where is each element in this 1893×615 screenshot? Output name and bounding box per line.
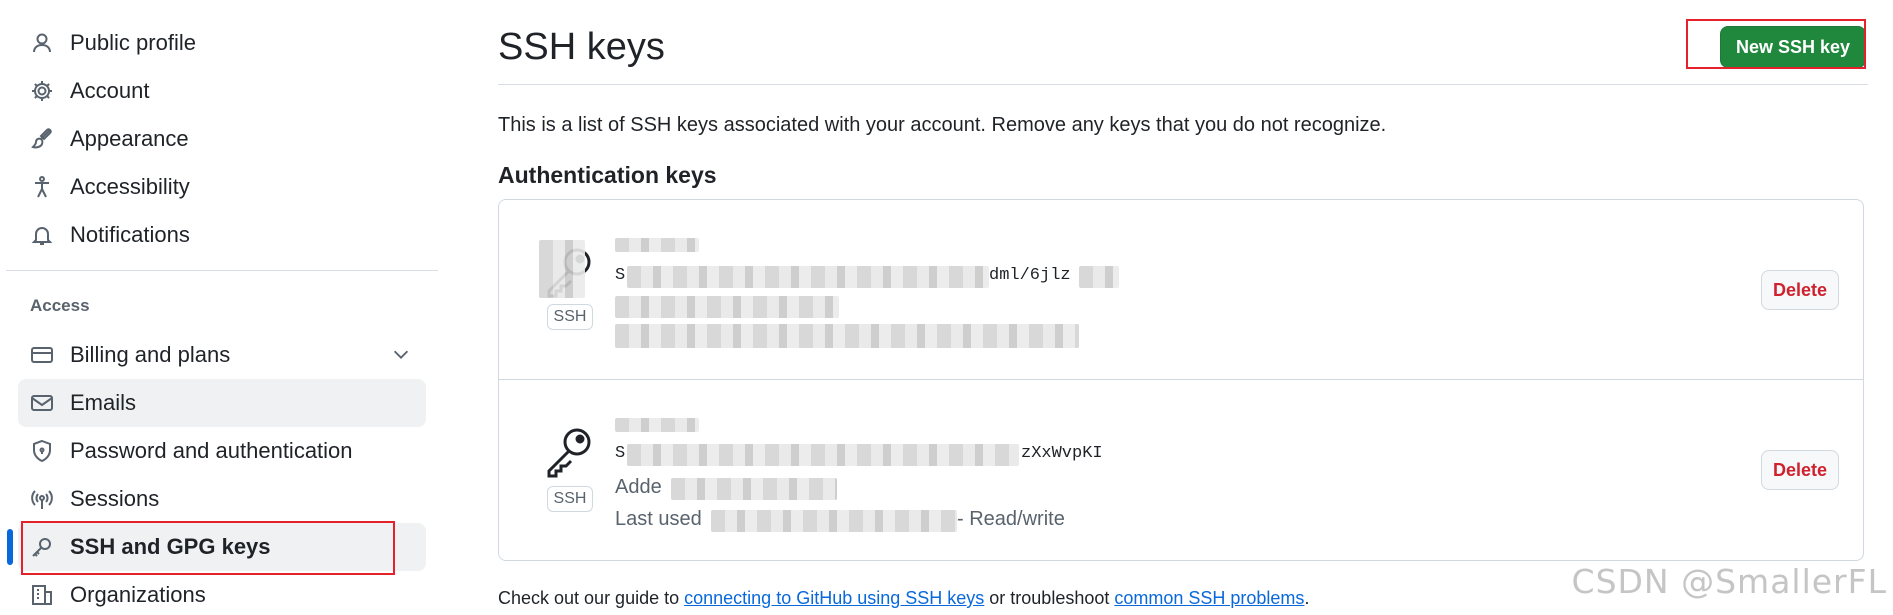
title-divider — [498, 84, 1868, 85]
sidebar-item-public-profile[interactable]: Public profile — [18, 19, 426, 67]
redacted-region — [539, 240, 585, 298]
credit-card-icon — [28, 341, 56, 369]
ssh-badge: SSH — [547, 304, 593, 330]
footer-note: Check out our guide to connecting to Git… — [498, 588, 1309, 609]
footer-text: or troubleshoot — [984, 588, 1115, 608]
sidebar-divider — [6, 270, 438, 271]
sidebar-section-access: Access — [30, 296, 90, 315]
ssh-key-row: SSH S dml/6jlz Delete — [499, 200, 1863, 380]
redacted-region — [627, 444, 1019, 466]
sidebar-item-account[interactable]: Account — [18, 67, 426, 115]
key-access-level: - Read/write — [957, 508, 1065, 530]
ssh-troubleshoot-link[interactable]: common SSH problems — [1114, 588, 1304, 608]
sidebar-item-label: Accessibility — [70, 174, 190, 199]
watermark: CSDN @SmallerFL — [1571, 562, 1887, 601]
gear-icon — [28, 77, 56, 105]
delete-key-button[interactable]: Delete — [1761, 270, 1839, 310]
footer-text: . — [1304, 588, 1310, 608]
shield-lock-icon — [28, 437, 56, 465]
intro-text: This is a list of SSH keys associated wi… — [498, 114, 1387, 136]
sidebar-item-emails[interactable]: Emails — [18, 379, 426, 427]
settings-sidebar: Public profile Account Appearance Access… — [0, 0, 440, 615]
key-fingerprint-start: S — [615, 266, 626, 285]
redacted-region — [711, 510, 957, 532]
sidebar-item-password[interactable]: Password and authentication — [18, 427, 426, 475]
sidebar-item-billing[interactable]: Billing and plans — [18, 331, 426, 379]
organization-icon — [28, 581, 56, 609]
main-content: SSH keys New SSH key This is a list of S… — [498, 0, 1868, 615]
paintbrush-icon — [28, 125, 56, 153]
delete-key-button[interactable]: Delete — [1761, 450, 1839, 490]
person-icon — [28, 29, 56, 57]
redacted-region — [1079, 266, 1119, 288]
sidebar-item-notifications[interactable]: Notifications — [18, 211, 426, 259]
sidebar-item-label: Notifications — [70, 222, 190, 247]
key-icon — [541, 424, 597, 480]
sidebar-item-sessions[interactable]: Sessions — [18, 475, 426, 523]
sidebar-item-accessibility[interactable]: Accessibility — [18, 163, 426, 211]
bell-icon — [28, 221, 56, 249]
sidebar-item-label: Account — [70, 78, 150, 103]
ssh-badge: SSH — [547, 486, 593, 512]
redacted-region — [615, 418, 699, 432]
redacted-region — [615, 324, 1079, 348]
sidebar-item-label: Billing and plans — [70, 342, 231, 367]
page-title: SSH keys — [498, 26, 665, 68]
footer-text: Check out our guide to — [498, 588, 685, 608]
sidebar-item-label: Public profile — [70, 30, 196, 55]
key-fingerprint-end: zXxWvpKI — [1021, 444, 1103, 463]
active-indicator — [7, 529, 13, 565]
key-fingerprint-end: dml/6jlz — [989, 266, 1071, 285]
mail-icon — [28, 389, 56, 417]
accessibility-icon — [28, 173, 56, 201]
sidebar-item-label: Organizations — [70, 582, 206, 607]
ssh-key-list: SSH S dml/6jlz Delete SSH S zXxWvpKI Add… — [498, 199, 1864, 561]
key-added-date: Adde — [615, 476, 662, 498]
ssh-guide-link[interactable]: connecting to GitHub using SSH keys — [684, 588, 984, 608]
redacted-region — [627, 266, 989, 288]
sidebar-item-label: Sessions — [70, 486, 160, 511]
sidebar-item-appearance[interactable]: Appearance — [18, 115, 426, 163]
sidebar-item-label: Emails — [70, 390, 137, 415]
annotation-highlight-box — [1686, 19, 1866, 69]
redacted-region — [615, 296, 839, 318]
key-fingerprint-start: S — [615, 444, 626, 463]
sidebar-item-label: Appearance — [70, 126, 189, 151]
redacted-region — [615, 238, 699, 252]
sidebar-item-label: Password and authentication — [70, 438, 353, 463]
annotation-highlight-box — [21, 521, 395, 575]
ssh-key-row: SSH S zXxWvpKI Adde Last used - Read/wri… — [499, 380, 1863, 560]
sidebar-item-organizations[interactable]: Organizations — [18, 571, 426, 615]
key-last-used: Last used — [615, 508, 702, 530]
chevron-down-icon[interactable] — [390, 343, 412, 370]
broadcast-icon — [28, 485, 56, 513]
section-heading: Authentication keys — [498, 162, 717, 188]
redacted-region — [671, 478, 837, 500]
